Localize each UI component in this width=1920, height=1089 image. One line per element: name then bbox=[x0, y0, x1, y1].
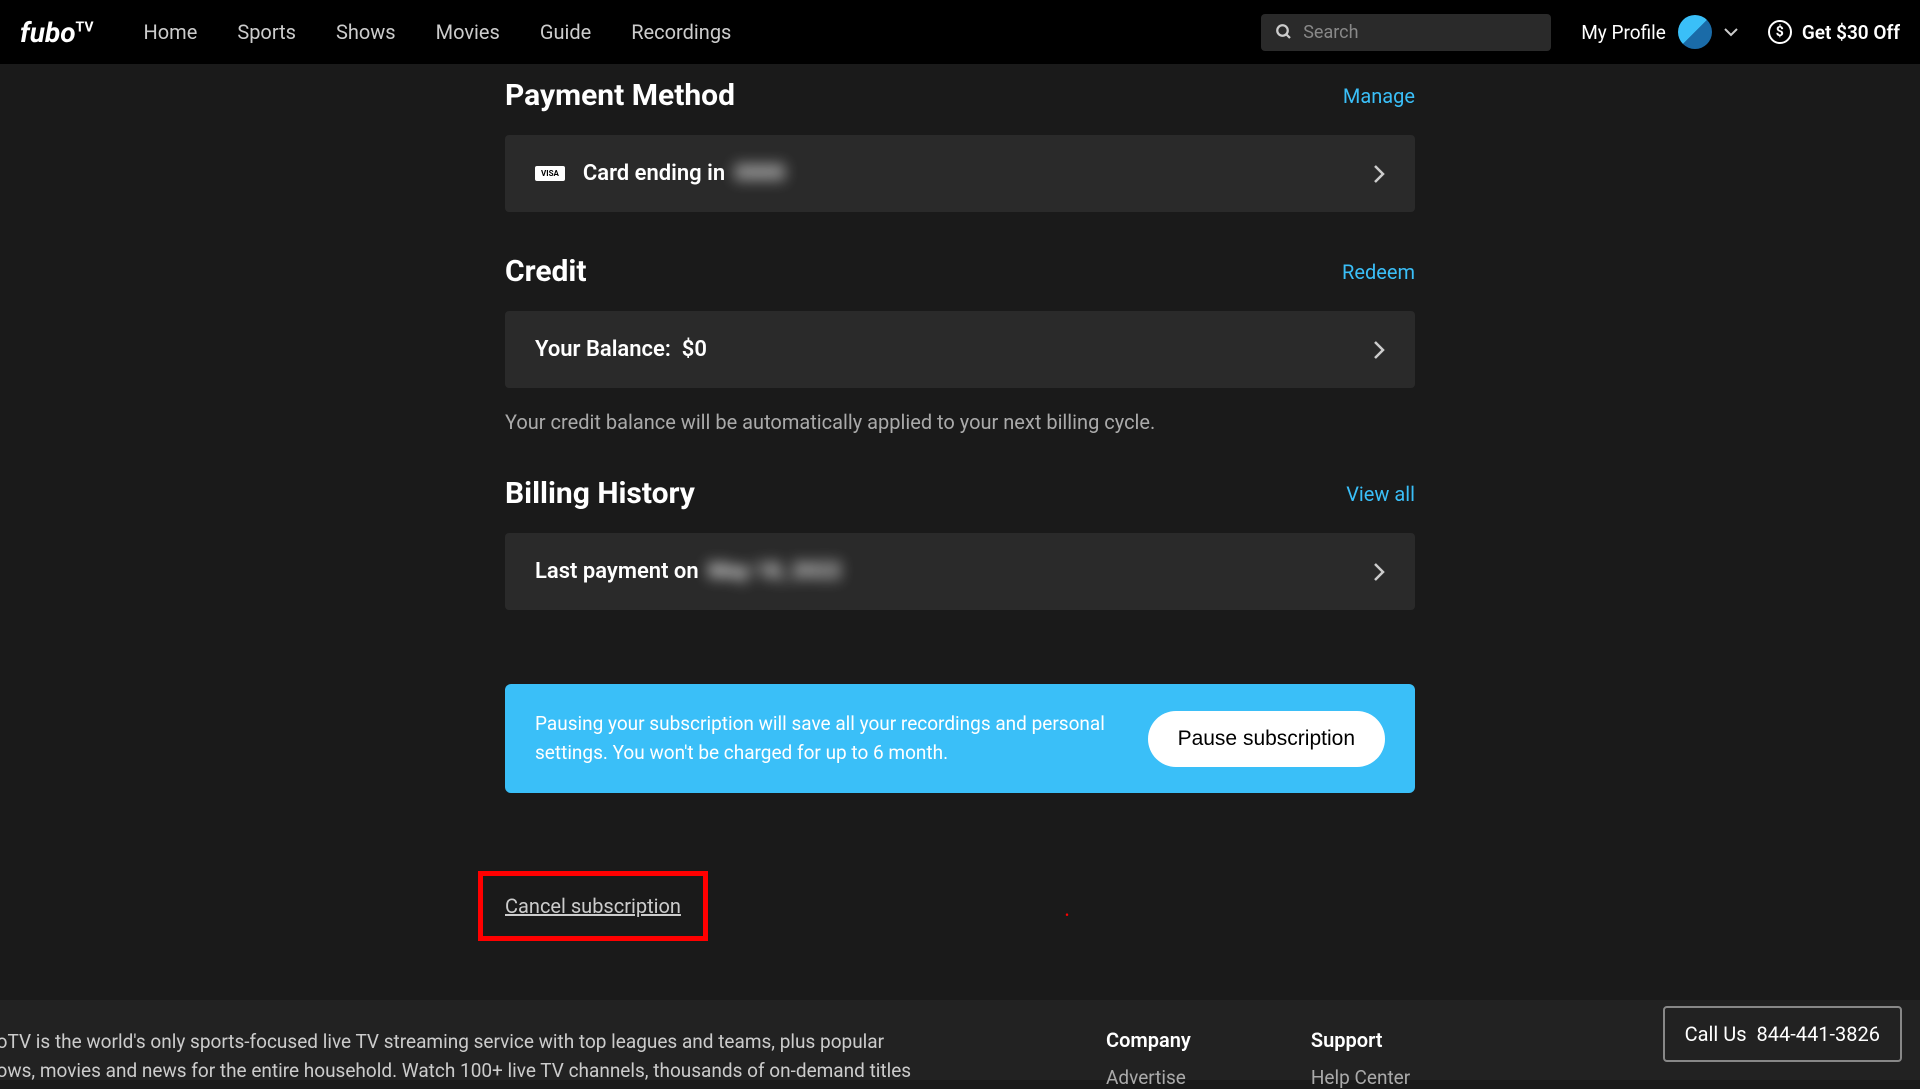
chevron-right-icon bbox=[1373, 340, 1385, 360]
nav-home[interactable]: Home bbox=[143, 20, 197, 44]
main-content: Payment Method Manage VISA Card ending i… bbox=[505, 64, 1415, 941]
credit-section: Credit Redeem Your Balance: $0 Your cred… bbox=[505, 254, 1415, 434]
balance-text: Your Balance: $0 bbox=[535, 337, 707, 362]
footer-company: Company Advertise bbox=[1106, 1028, 1191, 1080]
credit-redeem-link[interactable]: Redeem bbox=[1342, 260, 1415, 284]
chevron-right-icon bbox=[1373, 164, 1385, 184]
main-header: fuboTV Home Sports Shows Movies Guide Re… bbox=[0, 0, 1920, 64]
call-label: Call Us bbox=[1685, 1022, 1747, 1046]
footer-support: Support Help Center bbox=[1311, 1028, 1410, 1080]
cancel-subscription-link[interactable]: Cancel subscription bbox=[505, 894, 681, 918]
last-payment-text: Last payment on May 18, 2022 bbox=[535, 559, 841, 584]
header-right: Search My Profile $ Get $30 Off bbox=[1261, 14, 1900, 51]
credit-card[interactable]: Your Balance: $0 bbox=[505, 311, 1415, 388]
nav-sports[interactable]: Sports bbox=[237, 20, 296, 44]
nav-recordings[interactable]: Recordings bbox=[631, 20, 731, 44]
search-input[interactable]: Search bbox=[1261, 14, 1551, 51]
payment-card[interactable]: VISA Card ending in 0000 bbox=[505, 135, 1415, 212]
chevron-right-icon bbox=[1373, 562, 1385, 582]
annotation-dot: • bbox=[1065, 908, 1069, 922]
footer-description: boTV is the world's only sports-focused … bbox=[0, 1028, 916, 1080]
footer-help-link[interactable]: Help Center bbox=[1311, 1066, 1410, 1089]
call-number: 844-441-3826 bbox=[1757, 1022, 1880, 1046]
main-nav: Home Sports Shows Movies Guide Recording… bbox=[143, 20, 731, 44]
billing-header: Billing History View all bbox=[505, 476, 1415, 511]
logo[interactable]: fuboTV bbox=[20, 16, 93, 49]
call-us-button[interactable]: Call Us 844-441-3826 bbox=[1663, 1006, 1902, 1062]
payment-section: Payment Method Manage VISA Card ending i… bbox=[505, 78, 1415, 212]
billing-section: Billing History View all Last payment on… bbox=[505, 476, 1415, 610]
credit-title: Credit bbox=[505, 254, 587, 289]
profile-label: My Profile bbox=[1581, 21, 1666, 44]
search-placeholder: Search bbox=[1303, 22, 1358, 43]
credit-helper: Your credit balance will be automaticall… bbox=[505, 410, 1415, 434]
pause-text: Pausing your subscription will save all … bbox=[535, 710, 1108, 767]
card-ending-text: Card ending in 0000 bbox=[583, 161, 785, 186]
promo-link[interactable]: $ Get $30 Off bbox=[1768, 20, 1900, 44]
avatar bbox=[1678, 15, 1712, 49]
promo-text: Get $30 Off bbox=[1802, 21, 1900, 44]
chevron-down-icon bbox=[1724, 27, 1738, 37]
nav-movies[interactable]: Movies bbox=[436, 20, 500, 44]
cancel-highlight: Cancel subscription bbox=[478, 871, 708, 941]
credit-header: Credit Redeem bbox=[505, 254, 1415, 289]
dollar-icon: $ bbox=[1768, 20, 1792, 44]
search-icon bbox=[1275, 23, 1293, 41]
nav-guide[interactable]: Guide bbox=[540, 20, 591, 44]
profile-menu[interactable]: My Profile bbox=[1581, 15, 1738, 49]
footer: boTV is the world's only sports-focused … bbox=[0, 1000, 1920, 1080]
billing-title: Billing History bbox=[505, 476, 695, 511]
pause-subscription-button[interactable]: Pause subscription bbox=[1148, 711, 1385, 767]
payment-header: Payment Method Manage bbox=[505, 78, 1415, 113]
payment-title: Payment Method bbox=[505, 78, 735, 113]
visa-icon: VISA bbox=[535, 166, 565, 181]
footer-company-heading: Company bbox=[1106, 1028, 1191, 1052]
pause-banner: Pausing your subscription will save all … bbox=[505, 684, 1415, 793]
payment-manage-link[interactable]: Manage bbox=[1343, 84, 1415, 108]
footer-support-heading: Support bbox=[1311, 1028, 1410, 1052]
billing-card[interactable]: Last payment on May 18, 2022 bbox=[505, 533, 1415, 610]
nav-shows[interactable]: Shows bbox=[336, 20, 396, 44]
billing-viewall-link[interactable]: View all bbox=[1346, 482, 1415, 506]
footer-advertise-link[interactable]: Advertise bbox=[1106, 1066, 1191, 1089]
